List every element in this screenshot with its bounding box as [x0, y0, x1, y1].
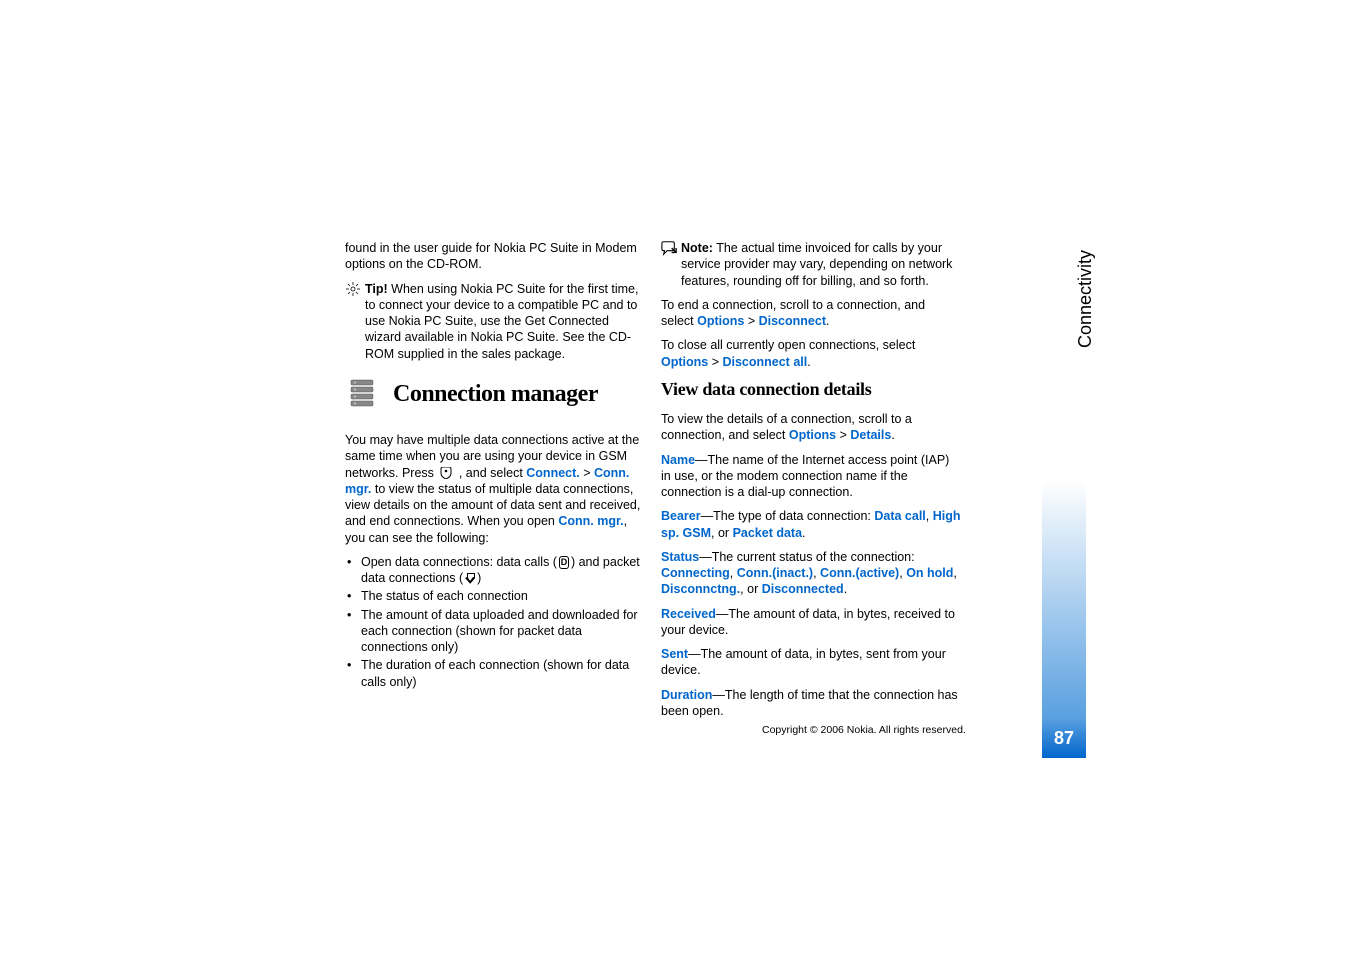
- note-text: Note: The actual time invoiced for calls…: [681, 240, 961, 289]
- end-connection-text: To end a connection, scroll to a connect…: [661, 297, 961, 330]
- text: .: [807, 355, 810, 369]
- text: , and select: [455, 466, 526, 480]
- text: .: [891, 428, 894, 442]
- text: ,: [813, 566, 820, 580]
- duration-field: Duration—The length of time that the con…: [661, 687, 961, 720]
- text: >: [744, 314, 758, 328]
- text: .: [826, 314, 829, 328]
- on-hold-value: On hold: [906, 566, 953, 580]
- text: ,: [926, 509, 933, 523]
- duration-label: Duration: [661, 688, 712, 702]
- note-body: The actual time invoiced for calls by yo…: [681, 241, 952, 288]
- tip-block: Tip! When using Nokia PC Suite for the f…: [345, 281, 645, 362]
- list-item: The duration of each connection (shown f…: [345, 657, 645, 690]
- name-body: —The name of the Internet access point (…: [661, 453, 949, 500]
- conn-mgr-intro: You may have multiple data connections a…: [345, 432, 645, 546]
- left-column: found in the user guide for Nokia PC Sui…: [345, 240, 645, 698]
- subheading: View data connection details: [661, 378, 961, 401]
- intro-text: found in the user guide for Nokia PC Sui…: [345, 240, 645, 273]
- data-call-icon: D: [559, 556, 569, 569]
- copyright-text: Copyright © 2006 Nokia. All rights reser…: [762, 724, 966, 736]
- options-menu: Options: [697, 314, 744, 328]
- tip-body: When using Nokia PC Suite for the first …: [365, 282, 638, 361]
- tip-text: Tip! When using Nokia PC Suite for the f…: [365, 281, 645, 362]
- list-item: The status of each connection: [345, 588, 645, 604]
- received-field: Received—The amount of data, in bytes, r…: [661, 606, 961, 639]
- connecting-value: Connecting: [661, 566, 730, 580]
- status-field: Status—The current status of the connect…: [661, 549, 961, 598]
- list-item: Open data connections: data calls (D) an…: [345, 554, 645, 587]
- bearer-field: Bearer—The type of data connection: Data…: [661, 508, 961, 541]
- connection-manager-icon: [345, 376, 379, 414]
- connect-menu: Connect.: [526, 466, 579, 480]
- sent-label: Sent: [661, 647, 688, 661]
- page-content: found in the user guide for Nokia PC Sui…: [345, 240, 970, 720]
- text: >: [580, 466, 594, 480]
- text: >: [708, 355, 722, 369]
- text: >: [836, 428, 850, 442]
- bearer-label: Bearer: [661, 509, 701, 523]
- tip-icon: [345, 281, 361, 301]
- close-all-text: To close all currently open connections,…: [661, 337, 961, 370]
- text: .: [844, 582, 847, 596]
- details-menu: Details: [850, 428, 891, 442]
- page-gradient: [1042, 480, 1086, 718]
- page-number: 87: [1042, 718, 1086, 758]
- tip-label: Tip!: [365, 282, 388, 296]
- note-block: Note: The actual time invoiced for calls…: [661, 240, 961, 289]
- sent-field: Sent—The amount of data, in bytes, sent …: [661, 646, 961, 679]
- conn-mgr-menu-2: Conn. mgr.: [558, 514, 623, 528]
- text: ,: [953, 566, 956, 580]
- text: , or: [740, 582, 762, 596]
- options-menu: Options: [661, 355, 708, 369]
- text: —The current status of the connection:: [699, 550, 914, 564]
- text: , or: [711, 526, 733, 540]
- sidebar: Connectivity: [1065, 238, 1085, 358]
- text: .: [802, 526, 805, 540]
- name-field: Name—The name of the Internet access poi…: [661, 452, 961, 501]
- disconnctng-value: Disconnctng.: [661, 582, 740, 596]
- section-title: Connection manager: [393, 379, 598, 410]
- text: ,: [730, 566, 737, 580]
- status-label: Status: [661, 550, 699, 564]
- packet-data-icon: [465, 573, 475, 585]
- text: ): [477, 571, 481, 585]
- list-item: The amount of data uploaded and download…: [345, 607, 645, 656]
- view-details-text: To view the details of a connection, scr…: [661, 411, 961, 444]
- name-label: Name: [661, 453, 695, 467]
- conn-active-value: Conn.(active): [820, 566, 899, 580]
- data-call-value: Data call: [874, 509, 925, 523]
- disconnect-all-menu: Disconnect all: [722, 355, 807, 369]
- sidebar-label: Connectivity: [1075, 250, 1096, 348]
- note-icon: [661, 240, 677, 260]
- section-header: Connection manager: [345, 376, 645, 414]
- disconnected-value: Disconnected: [762, 582, 844, 596]
- connection-list: Open data connections: data calls (D) an…: [345, 554, 645, 690]
- conn-inact-value: Conn.(inact.): [737, 566, 813, 580]
- disconnect-menu: Disconnect: [759, 314, 826, 328]
- options-menu: Options: [789, 428, 836, 442]
- packet-data-value: Packet data: [733, 526, 802, 540]
- sent-body: —The amount of data, in bytes, sent from…: [661, 647, 946, 677]
- text: —The type of data connection:: [701, 509, 875, 523]
- text: Open data connections: data calls (: [361, 555, 557, 569]
- received-label: Received: [661, 607, 716, 621]
- text: To close all currently open connections,…: [661, 338, 915, 352]
- note-label: Note:: [681, 241, 713, 255]
- right-column: Note: The actual time invoiced for calls…: [661, 240, 961, 727]
- menu-key-icon: [439, 467, 453, 479]
